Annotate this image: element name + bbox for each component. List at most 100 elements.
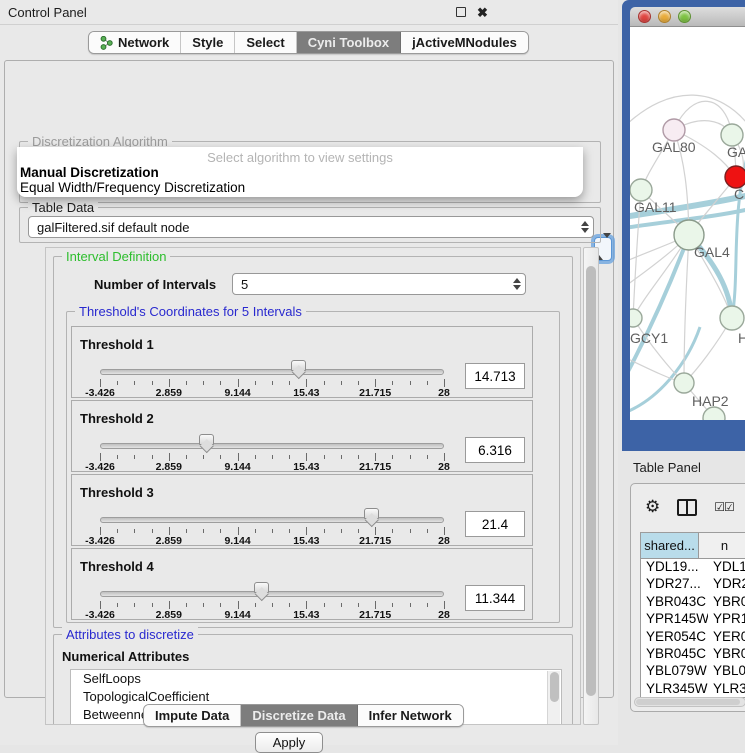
network-node[interactable] (630, 179, 652, 201)
slider-track[interactable] (100, 443, 444, 449)
threshold-value-input[interactable]: 21.4 (465, 511, 525, 537)
table-panel-title: Table Panel (633, 460, 701, 475)
slider-ticks (100, 527, 444, 535)
table-data-select[interactable]: galFiltered.sif default node (28, 216, 594, 238)
node-label: GA (727, 144, 745, 160)
float-window-icon[interactable] (453, 5, 468, 20)
close-icon[interactable]: ✖ (475, 5, 490, 20)
stepper-arrows-icon (509, 274, 525, 294)
node-label: GCY1 (630, 330, 668, 346)
column-header-shared-name[interactable]: shared... (641, 533, 699, 558)
interval-definition-group: Interval Definition Number of Intervals … (53, 256, 573, 628)
network-node[interactable] (725, 166, 745, 188)
tab-label: jActiveMNodules (412, 35, 517, 50)
checkbox-icons[interactable]: ☑☑ (714, 500, 734, 514)
tab-cyni-toolbox[interactable]: Cyni Toolbox (297, 32, 401, 53)
group-title: Threshold's Coordinates for 5 Intervals (75, 304, 306, 319)
column-header-name[interactable]: n (699, 533, 745, 558)
table-body: YDL19...YDL1YDR27...YDR2YBR043CYBR0YPR14… (641, 559, 745, 698)
network-node[interactable] (720, 306, 744, 330)
network-node[interactable] (663, 119, 685, 141)
network-canvas-area[interactable]: GAL80GACGAL11GAL4GCY1HHAP2 (630, 27, 745, 420)
threshold-value-input[interactable]: 6.316 (465, 437, 525, 463)
numerical-attributes-label: Numerical Attributes (62, 649, 189, 664)
horizontal-scrollbar[interactable] (634, 697, 745, 707)
network-canvas: GAL80GACGAL11GAL4GCY1HHAP2 (630, 27, 745, 420)
minimize-traffic-light[interactable] (658, 10, 671, 23)
tab-impute-data[interactable]: Impute Data (144, 705, 241, 726)
node-label: GAL11 (634, 199, 677, 215)
slider-track[interactable] (100, 369, 444, 375)
split-columns-icon[interactable] (677, 499, 697, 516)
vertical-scrollbar[interactable] (583, 247, 599, 725)
gear-icon[interactable]: ⚙ (645, 497, 660, 517)
table-cell: YER0 (708, 629, 745, 646)
selected-value: galFiltered.sif default node (37, 220, 189, 235)
stepper-arrows-icon (577, 217, 593, 237)
tab-select[interactable]: Select (235, 32, 296, 53)
network-window-titlebar[interactable] (630, 7, 745, 27)
network-node[interactable] (721, 124, 743, 146)
table-row[interactable]: YDR27...YDR2 (641, 576, 745, 593)
slider-thumb[interactable] (254, 582, 269, 593)
threshold-slider[interactable]: -3.4262.8599.14415.4321.71528 (100, 327, 444, 399)
threshold-slider[interactable]: -3.4262.8599.14415.4321.71528 (100, 475, 444, 547)
group-title: Interval Definition (62, 249, 170, 264)
threshold-2-panel: Threshold 2 -3.4262.8599.14415.4321.7152… (71, 400, 533, 472)
table-cell: YDL19... (641, 559, 708, 576)
network-node[interactable] (630, 309, 642, 327)
dropdown-option-equal-width-frequency[interactable]: Equal Width/Frequency Discretization (19, 180, 579, 195)
table-cell: YLR345W (641, 681, 708, 698)
table-header-row: shared... n (641, 533, 745, 559)
slider-tick-labels: -3.4262.8599.14415.4321.71528 (100, 461, 444, 473)
panel-title: Control Panel (8, 5, 87, 20)
node-label: HAP2 (692, 393, 729, 409)
list-scrollbar[interactable] (547, 671, 560, 725)
number-of-intervals-select[interactable]: 5 (232, 273, 526, 295)
dropdown-hint: Select algorithm to view settings (17, 150, 583, 165)
tab-label: Style (192, 35, 223, 50)
table-cell: YER054C (641, 629, 708, 646)
tab-style[interactable]: Style (181, 32, 235, 53)
table-cell: YBR043C (641, 594, 708, 611)
slider-thumb[interactable] (364, 508, 379, 519)
threshold-slider[interactable]: -3.4262.8599.14415.4321.71528 (100, 549, 444, 621)
table-row[interactable]: YBR043CYBR0 (641, 594, 745, 611)
slider-track[interactable] (100, 591, 444, 597)
node-label: GAL4 (694, 244, 730, 260)
tab-label: Select (246, 35, 284, 50)
table-cell: YBL079W (641, 663, 708, 680)
table-data-group: Table Data galFiltered.sif default node (19, 207, 601, 243)
zoom-traffic-light[interactable] (678, 10, 691, 23)
slider-thumb[interactable] (291, 360, 306, 371)
network-view-window[interactable]: GAL80GACGAL11GAL4GCY1HHAP2 (622, 0, 745, 451)
slider-ticks (100, 379, 444, 387)
slider-track[interactable] (100, 517, 444, 523)
threshold-value-input[interactable]: 14.713 (465, 363, 525, 389)
threshold-1-panel: Threshold 1 -3.4262.8599.14415.4321.7152… (71, 326, 533, 398)
dropdown-option-manual-discretization[interactable]: Manual Discretization (19, 165, 579, 180)
list-item[interactable]: SelfLoops (71, 670, 561, 688)
node-table: shared... n YDL19...YDL1YDR27...YDR2YBR0… (640, 532, 745, 698)
slider-thumb[interactable] (199, 434, 214, 445)
close-traffic-light[interactable] (638, 10, 651, 23)
table-row[interactable]: YLR345WYLR3 (641, 681, 745, 698)
table-row[interactable]: YBL079WYBL0 (641, 663, 745, 680)
threshold-slider[interactable]: -3.4262.8599.14415.4321.71528 (100, 401, 444, 473)
tab-discretize-data[interactable]: Discretize Data (241, 705, 357, 726)
tab-infer-network[interactable]: Infer Network (358, 705, 463, 726)
table-cell: YBR0 (708, 594, 745, 611)
threshold-4-panel: Threshold 4 -3.4262.8599.14415.4321.7152… (71, 548, 533, 620)
table-cell: YPR1 (708, 611, 745, 628)
tab-label: Infer Network (369, 708, 452, 723)
table-row[interactable]: YPR145WYPR1 (641, 611, 745, 628)
apply-button[interactable]: Apply (255, 732, 323, 753)
tab-label: Network (118, 35, 169, 50)
threshold-value-input[interactable]: 11.344 (465, 585, 525, 611)
tab-network[interactable]: Network (89, 32, 181, 53)
network-node[interactable] (674, 373, 694, 393)
table-row[interactable]: YDL19...YDL1 (641, 559, 745, 576)
tab-jactivemnodules[interactable]: jActiveMNodules (401, 32, 528, 53)
table-row[interactable]: YBR045CYBR0 (641, 646, 745, 663)
table-row[interactable]: YER054CYER0 (641, 629, 745, 646)
